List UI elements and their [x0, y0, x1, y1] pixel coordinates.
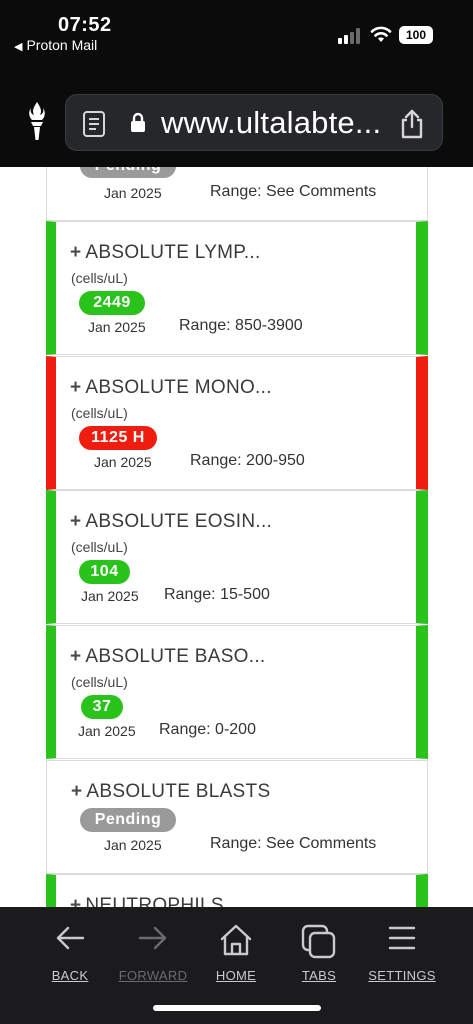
result-unit: (cells/uL) [71, 270, 128, 286]
share-icon[interactable] [398, 108, 426, 139]
settings-button[interactable]: SETTINGS [357, 907, 447, 997]
expand-plus-icon[interactable]: + [70, 511, 81, 532]
result-value-badge: Pending [80, 808, 176, 832]
result-card[interactable]: + ABSOLUTE LYMP... (cells/uL) 2449 Jan 20… [46, 221, 428, 355]
result-card[interactable]: + ABSOLUTE EOSIN... (cells/uL) 104 Jan 20… [46, 490, 428, 624]
back-to-app-link[interactable]: ◀ Proton Mail [14, 37, 97, 53]
forward-label: FORWARD [118, 968, 188, 983]
home-button[interactable]: HOME [191, 907, 281, 997]
settings-label: SETTINGS [368, 968, 436, 983]
wifi-icon [370, 26, 392, 42]
arrow-right-icon [138, 926, 167, 950]
result-date: Jan 2025 [94, 454, 152, 470]
expand-plus-icon[interactable]: + [70, 242, 81, 263]
reader-icon[interactable] [82, 110, 106, 138]
result-unit: (cells/uL) [71, 539, 128, 555]
torch-logo-icon[interactable] [24, 100, 50, 142]
result-value-badge: 2449 [79, 291, 145, 315]
menu-icon [388, 926, 416, 950]
back-label: BACK [51, 968, 89, 983]
result-value-badge: 104 [79, 560, 130, 584]
result-card[interactable]: + NEUTROPHILS [46, 874, 428, 907]
result-card[interactable]: + ABSOLUTE MONO... (cells/uL) 1125 H Jan … [46, 356, 428, 490]
back-button[interactable]: BACK [25, 907, 115, 997]
result-date: Jan 2025 [104, 185, 162, 201]
address-bar[interactable]: www.ultalabte... [65, 94, 443, 151]
result-title[interactable]: + NEUTROPHILS [70, 895, 224, 907]
tabs-icon [301, 924, 336, 959]
back-app-label: Proton Mail [26, 37, 98, 53]
result-date: Jan 2025 [104, 837, 162, 853]
page: 07:52 ◀ Proton Mail 100 www.ultalabte...… [0, 0, 473, 1024]
tabs-label: TABS [301, 968, 337, 983]
result-value-badge: Pending [80, 167, 176, 178]
result-date: Jan 2025 [88, 319, 146, 335]
result-unit: (cells/uL) [71, 405, 128, 421]
result-title[interactable]: + ABSOLUTE MONO... [70, 377, 272, 399]
lock-icon [131, 112, 145, 132]
result-title[interactable]: + ABSOLUTE EOSIN... [70, 511, 272, 533]
status-time: 07:52 [58, 14, 112, 36]
result-card[interactable]: + ABSOLUTE BLASTS Pending Jan 2025 Range:… [46, 760, 428, 874]
result-range: Range: See Comments [210, 835, 377, 852]
result-title[interactable]: + ABSOLUTE BASO... [70, 646, 265, 668]
results-list[interactable]: Pending Jan 2025 Range: See Comments +AB… [0, 167, 473, 907]
result-range: Range: 200-950 [190, 452, 305, 469]
result-range: Range: 0-200 [159, 721, 256, 738]
arrow-left-icon [56, 926, 85, 950]
result-card[interactable]: Pending Jan 2025 Range: See Comments [46, 167, 428, 221]
expand-plus-icon[interactable]: + [70, 377, 81, 398]
top-bar: 07:52 ◀ Proton Mail 100 www.ultalabte... [0, 0, 473, 167]
bottom-toolbar: BACK FORWARD HOME TABS SETTINGS [0, 907, 473, 1024]
home-icon [220, 924, 252, 956]
result-date: Jan 2025 [81, 588, 139, 604]
expand-plus-icon[interactable]: + [70, 646, 81, 667]
result-range: Range: See Comments [210, 183, 377, 200]
result-date: Jan 2025 [78, 723, 136, 739]
home-indicator[interactable] [153, 1005, 321, 1011]
result-title[interactable]: + ABSOLUTE BLASTS [71, 781, 270, 803]
result-value-badge: 1125 H [79, 426, 157, 450]
forward-button[interactable]: FORWARD [108, 907, 198, 997]
expand-plus-icon[interactable]: + [70, 895, 81, 907]
result-value-badge: 37 [81, 695, 123, 719]
home-label: HOME [215, 968, 257, 983]
result-range: Range: 850-3900 [179, 317, 303, 334]
result-title[interactable]: + ABSOLUTE LYMP... [70, 242, 261, 264]
url-text[interactable]: www.ultalabte... [161, 105, 381, 141]
expand-plus-icon[interactable]: + [71, 781, 82, 802]
result-unit: (cells/uL) [71, 674, 128, 690]
result-card[interactable]: + ABSOLUTE BASO... (cells/uL) 37 Jan 2025… [46, 625, 428, 759]
back-triangle-icon: ◀ [14, 41, 23, 53]
battery-icon: 100 [399, 26, 433, 44]
result-range: Range: 15-500 [164, 586, 270, 603]
cellular-signal-icon [338, 28, 360, 44]
tabs-button[interactable]: TABS [274, 907, 364, 997]
